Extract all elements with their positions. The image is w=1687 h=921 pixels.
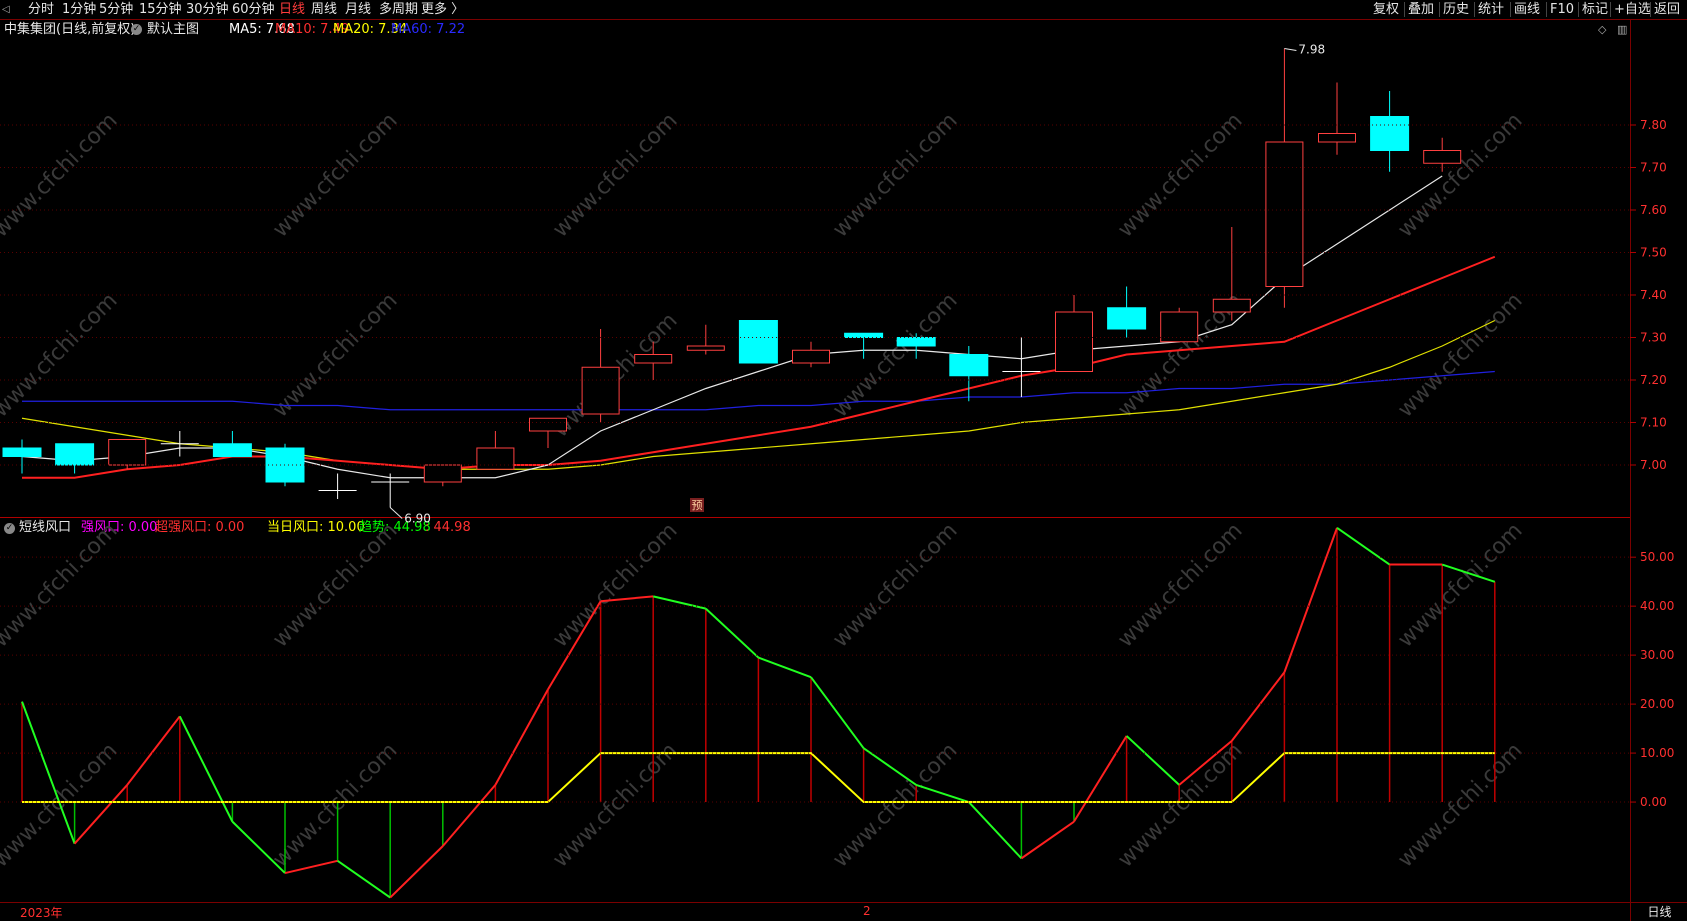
- price-tick-label: 7.70: [1640, 161, 1667, 175]
- high-price-label: 7.98: [1298, 43, 1325, 57]
- candle-body: [1107, 307, 1147, 330]
- trend-line-segment: [758, 656, 812, 679]
- price-tick-label: 7.50: [1640, 246, 1667, 260]
- candle-body: [212, 443, 252, 457]
- candle-body: [423, 464, 462, 483]
- price-tick-label: 7.10: [1640, 416, 1667, 430]
- candle-body: [686, 345, 725, 351]
- candle-body: [792, 349, 830, 364]
- chart-canvas[interactable]: www.cfchi.com www.cfchi.com www.cfchi.com w…: [0, 0, 1687, 920]
- indicator-tick-label: 50.00: [1640, 550, 1674, 564]
- indicator-tick-label: 30.00: [1640, 648, 1674, 662]
- watermark-text: www.cfchi.com: [1393, 518, 1527, 652]
- ma5-line: [21, 175, 1443, 479]
- candle-body: [844, 332, 884, 338]
- high-pointer: [1284, 48, 1297, 51]
- period-label[interactable]: 日线: [1630, 903, 1687, 921]
- trend-line-segment: [1336, 526, 1391, 566]
- candle-body: [1370, 116, 1410, 151]
- trend-line-segment: [389, 845, 444, 899]
- watermark-text: www.cfchi.com: [548, 518, 682, 652]
- trend-line-segment: [705, 607, 760, 659]
- trend-line-segment: [863, 747, 917, 786]
- watermark-text: www.cfchi.com: [268, 288, 402, 422]
- candle-body: [1265, 141, 1304, 287]
- watermark-text: www.cfchi.com: [1113, 518, 1247, 652]
- candle-body: [1318, 133, 1356, 143]
- trend-line-segment: [1231, 671, 1286, 742]
- pre-badge-label: 预: [692, 499, 703, 512]
- watermark-text: www.cfchi.com: [1393, 108, 1527, 242]
- candle-body: [55, 443, 95, 466]
- low-pointer: [389, 507, 403, 519]
- candle-body: [1055, 311, 1093, 372]
- price-tick-label: 7.00: [1640, 458, 1667, 472]
- candle-body: [1423, 150, 1462, 164]
- ma60-line: [22, 370, 1495, 411]
- watermark-text: www.cfchi.com: [268, 108, 402, 242]
- trend-line-segment: [652, 595, 707, 610]
- candle-body: [581, 366, 620, 415]
- price-tick-label: 7.20: [1640, 373, 1667, 387]
- watermark-text: www.cfchi.com: [0, 108, 123, 242]
- watermark-text: www.cfchi.com: [1113, 738, 1247, 872]
- candle-body: [476, 447, 515, 470]
- watermark-text: www.cfchi.com: [828, 518, 962, 652]
- trend-line-segment: [337, 860, 391, 899]
- indicator-tick-label: 0.00: [1640, 795, 1667, 809]
- watermark-text: www.cfchi.com: [0, 518, 123, 652]
- watermark-text: www.cfchi.com: [268, 518, 402, 652]
- watermark-text: www.cfchi.com: [828, 108, 962, 242]
- year-label: 2023年: [20, 906, 63, 920]
- watermark-text: www.cfchi.com: [828, 738, 962, 872]
- candle-body: [738, 320, 778, 364]
- candle-body: [896, 337, 936, 347]
- watermark-text: www.cfchi.com: [548, 738, 682, 872]
- trend-line-segment: [126, 715, 181, 786]
- trend-line-segment: [442, 784, 497, 847]
- watermark-text: www.cfchi.com: [1393, 288, 1527, 422]
- candle-body: [108, 439, 147, 466]
- indicator-tick-label: 40.00: [1640, 599, 1674, 613]
- price-tick-label: 7.30: [1640, 331, 1667, 345]
- indicator-plot: [21, 526, 1496, 899]
- trend-line-segment: [1073, 735, 1128, 823]
- main-plot: 7.98 6.90 预: [2, 43, 1496, 526]
- candle-body: [529, 417, 567, 432]
- indicator-tick-label: 10.00: [1640, 746, 1674, 760]
- price-tick-label: 7.60: [1640, 203, 1667, 217]
- candle-body: [634, 354, 673, 364]
- candle-body: [1212, 298, 1251, 313]
- trend-line-segment: [810, 676, 865, 749]
- trend-line-segment: [178, 715, 234, 823]
- watermark-text: www.cfchi.com: [268, 738, 402, 872]
- trend-line-segment: [1283, 527, 1338, 673]
- trend-line-segment: [968, 801, 1023, 860]
- watermark-text: www.cfchi.com: [0, 288, 123, 422]
- candle-body: [949, 354, 989, 377]
- low-price-label: 6.90: [404, 512, 431, 526]
- watermark-text: www.cfchi.com: [548, 108, 682, 242]
- indicator-tick-label: 20.00: [1640, 697, 1674, 711]
- watermark-text: www.cfchi.com: [1113, 108, 1247, 242]
- month-label: 2: [863, 904, 871, 918]
- price-tick-label: 7.40: [1640, 288, 1667, 302]
- candle-body: [2, 447, 42, 457]
- trend-line-segment: [1125, 735, 1180, 786]
- watermark-text: www.cfchi.com: [1393, 738, 1527, 872]
- trend-line-segment: [1020, 820, 1075, 860]
- price-tick-label: 7.80: [1640, 118, 1667, 132]
- time-axis-bar: 2023年 2 日线: [0, 902, 1687, 921]
